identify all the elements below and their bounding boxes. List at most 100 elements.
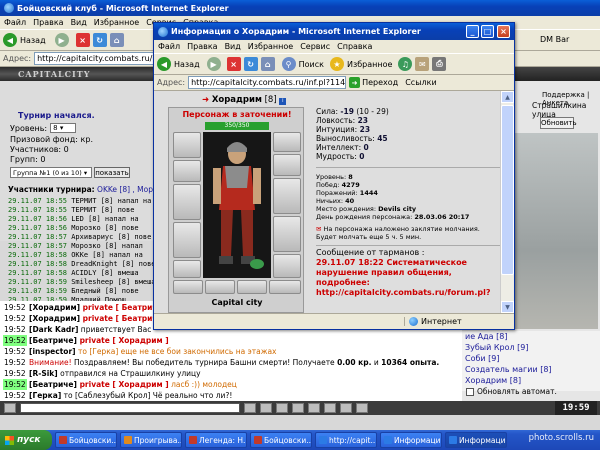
scroll-up-arrow[interactable]: ▲ [501, 91, 514, 103]
refresh-icon[interactable]: ↻ [243, 57, 258, 71]
chat-part[interactable]: [Dark Kadr] [29, 325, 78, 334]
character-avatar[interactable] [203, 132, 271, 278]
menu-item-1[interactable]: Правка [33, 18, 63, 27]
menu-item-2[interactable]: Вид [225, 42, 241, 51]
mail-icon[interactable]: ✉ [415, 57, 430, 71]
ring-slot-2[interactable] [205, 280, 235, 294]
menu-item-5[interactable]: Справка [337, 42, 372, 51]
menu-item-0[interactable]: Файл [4, 18, 26, 27]
chat-part[interactable]: [R-Sik] [29, 369, 58, 378]
chat-part[interactable]: 0.00 кр. [337, 358, 371, 367]
belt-slot[interactable] [173, 260, 201, 278]
level-select[interactable]: 8 ▾ [50, 123, 77, 133]
leggings-slot[interactable] [273, 216, 301, 252]
go-button[interactable]: ➜ Переход [349, 77, 398, 88]
tarman-forum-link[interactable]: http://capitalcity.combats.ru/forum.pl? [316, 288, 506, 298]
nav-button-8[interactable] [340, 403, 352, 413]
nav-button-9[interactable] [356, 403, 368, 413]
taskbar-task-1[interactable]: Проигрыва... [120, 432, 182, 448]
boots-slot[interactable] [273, 254, 301, 278]
popup-address-input[interactable]: http://capitalcity.combats.ru/inf.pl?114… [188, 76, 347, 89]
popup-scrollbar[interactable]: ▲ ▼ [500, 91, 514, 313]
autoupdate-row[interactable]: Обновлять автомат. [466, 387, 557, 396]
refresh-icon[interactable]: ↻ [92, 33, 107, 47]
chat-part[interactable]: 10364 опыта. [381, 358, 439, 367]
chat-part[interactable]: [Беатриче] [29, 336, 77, 345]
forward-arrow-icon[interactable]: ▶ [206, 57, 221, 71]
chat-part[interactable]: private [ Хорадрим ] [77, 380, 169, 389]
back-arrow-icon[interactable]: ◀ [3, 33, 17, 47]
menu-item-1[interactable]: Правка [187, 42, 217, 51]
chat-part[interactable]: [Герка] [29, 391, 61, 400]
amulet-slot[interactable] [173, 160, 201, 182]
popup-title-bar[interactable]: Информация о Хорадрим - Microsoft Intern… [154, 23, 514, 40]
earring-slot[interactable] [273, 132, 301, 152]
weapon-slot[interactable] [173, 184, 201, 220]
scroll-down-arrow[interactable]: ▼ [501, 301, 514, 313]
home-icon[interactable]: ⌂ [109, 33, 124, 47]
chat-part[interactable]: [Беатриче] [29, 380, 77, 389]
taskbar-task-4[interactable]: http://capit... [315, 432, 377, 448]
show-button[interactable]: показать [94, 167, 130, 178]
menu-item-2[interactable]: Вид [71, 18, 87, 27]
ring-slot-1[interactable] [173, 280, 203, 294]
nav-button-4[interactable] [276, 403, 288, 413]
menu-item-0[interactable]: Файл [158, 42, 180, 51]
online-user[interactable]: Зубый Крол [9] [462, 342, 600, 353]
taskbar-task-0[interactable]: Бойцовски... [55, 432, 117, 448]
taskbar-task-2[interactable]: Легенда: Н... [185, 432, 247, 448]
nav-button-6[interactable] [308, 403, 320, 413]
chat-part[interactable]: [inspector] [29, 347, 76, 356]
stop-icon[interactable]: × [226, 57, 241, 71]
helmet-slot[interactable] [173, 132, 201, 158]
info-icon[interactable]: i [279, 98, 287, 105]
menu-item-4[interactable]: Сервис [300, 42, 330, 51]
bg-title-bar[interactable]: Бойцовский клуб - Microsoft Internet Exp… [0, 0, 600, 16]
online-user[interactable]: Хорадрим [8] [462, 375, 600, 386]
nav-button-2[interactable] [244, 403, 256, 413]
menu-item-3[interactable]: Избранное [94, 18, 139, 27]
stop-icon[interactable]: × [75, 33, 90, 47]
favorites-label[interactable]: Избранное [347, 60, 392, 69]
bg-back-label[interactable]: Назад [20, 36, 46, 45]
refresh-button[interactable]: Обновить [540, 117, 577, 129]
close-button[interactable]: × [497, 25, 510, 38]
gloves-slot[interactable] [273, 154, 301, 176]
nav-button-1[interactable] [4, 403, 16, 413]
nav-button-7[interactable] [324, 403, 336, 413]
back-arrow-icon[interactable]: ◀ [157, 57, 171, 71]
autoupdate-checkbox[interactable] [466, 388, 474, 396]
nav-button-3[interactable] [260, 403, 272, 413]
links-label[interactable]: Ссылки [405, 78, 436, 87]
support-links[interactable]: Поддержка | Анкета [542, 91, 600, 107]
taskbar-task-3[interactable]: Бойцовски... [250, 432, 312, 448]
ring-slot-4[interactable] [269, 280, 301, 294]
taskbar-task-6[interactable]: Информаци... [445, 432, 507, 448]
chat-input[interactable] [20, 403, 240, 413]
media-icon[interactable]: ♫ [398, 57, 413, 71]
taskbar-task-5[interactable]: Информаци... [380, 432, 442, 448]
group-select[interactable]: Группа №1 (0 из 10) ▾ [10, 167, 92, 178]
nav-button-5[interactable] [292, 403, 304, 413]
minimize-button[interactable]: _ [466, 25, 479, 38]
start-button[interactable]: пуск [0, 430, 52, 450]
scroll-thumb[interactable] [501, 105, 514, 275]
online-user[interactable]: ие Ада [8] [462, 331, 600, 342]
bg-dm-bar[interactable]: DM Bar [540, 35, 569, 44]
online-user[interactable]: Создатель магии [8] [462, 364, 600, 375]
ring-slot-3[interactable] [237, 280, 267, 294]
search-label[interactable]: Поиск [299, 60, 324, 69]
armor-slot[interactable] [173, 222, 201, 258]
online-user[interactable]: Соби [9] [462, 353, 600, 364]
maximize-button[interactable]: □ [481, 25, 494, 38]
home-icon[interactable]: ⌂ [260, 57, 275, 71]
shield-slot[interactable] [273, 178, 301, 214]
print-icon[interactable]: ⎙ [432, 57, 447, 71]
chat-part[interactable]: [Хорадрим] [29, 314, 80, 323]
forward-arrow-icon[interactable]: ▶ [54, 33, 69, 47]
chat-part[interactable]: private [ Хорадрим ] [77, 336, 169, 345]
menu-item-3[interactable]: Избранное [248, 42, 293, 51]
chat-part[interactable]: [Хорадрим] [29, 303, 80, 312]
search-icon[interactable]: ⚲ [281, 57, 296, 71]
popup-back-label[interactable]: Назад [174, 60, 200, 69]
